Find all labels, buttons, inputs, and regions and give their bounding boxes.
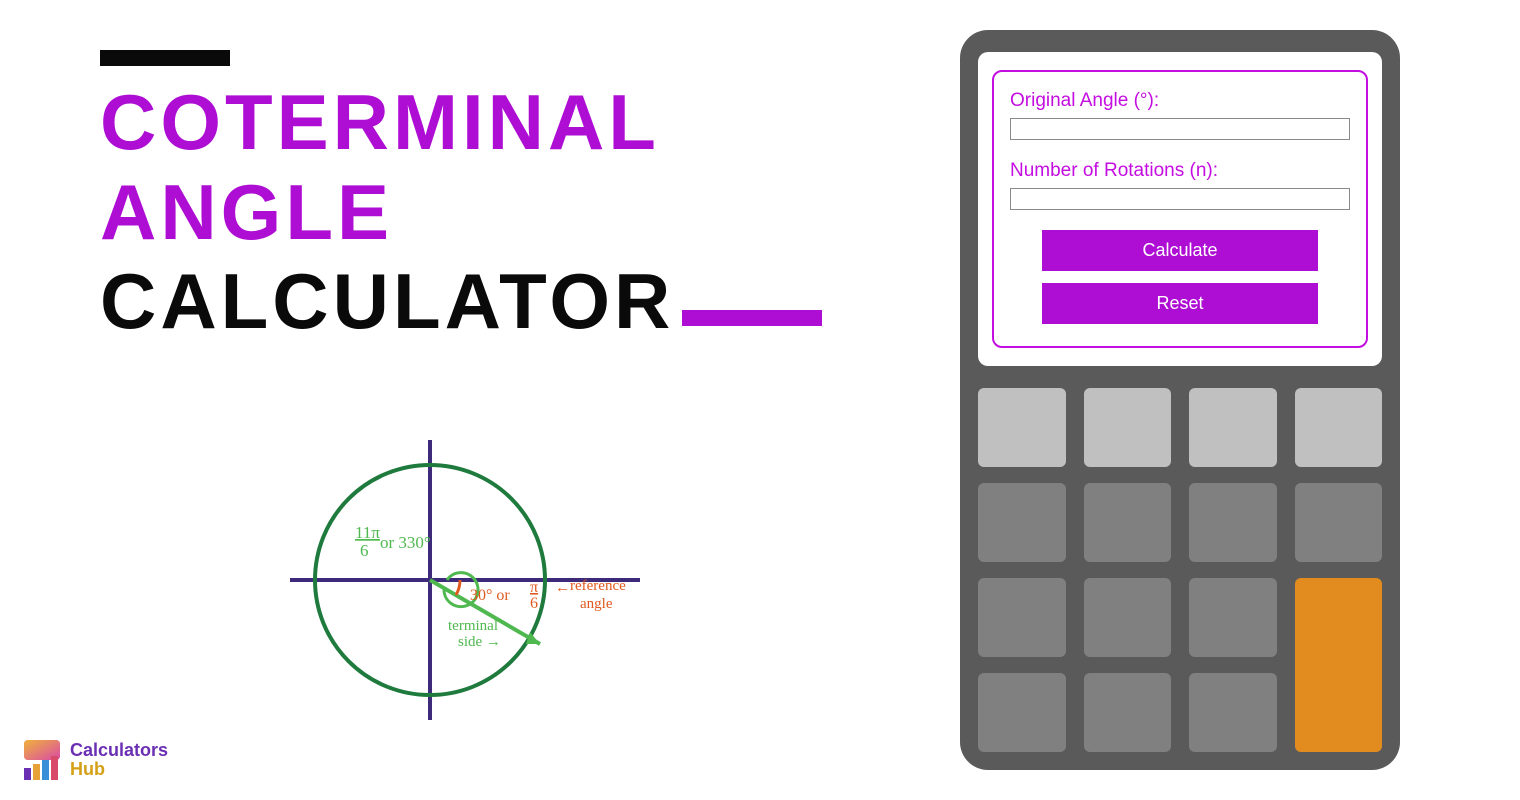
calculator-keypad	[978, 388, 1382, 752]
keypad-key[interactable]	[1189, 578, 1277, 657]
keypad-key[interactable]	[1084, 673, 1172, 752]
ref-arrow: ←	[555, 580, 570, 596]
title-line-3: CALCULATOR	[100, 257, 674, 347]
keypad-key[interactable]	[1189, 483, 1277, 562]
page-title: COTERMINAL ANGLE CALCULATOR	[100, 78, 880, 347]
rotations-input[interactable]	[1010, 188, 1350, 210]
terminal-label-1: terminal	[448, 618, 498, 634]
decorative-bar-bottom	[682, 310, 822, 326]
angle-label-330: 11π 6 or 330°	[355, 523, 431, 560]
original-angle-label: Original Angle (°):	[1010, 90, 1350, 112]
terminal-label-2: side →	[458, 634, 501, 650]
keypad-key[interactable]	[978, 483, 1066, 562]
keypad-key[interactable]	[1189, 388, 1277, 467]
keypad-key[interactable]	[978, 388, 1066, 467]
logo-word-1: Calculators	[70, 741, 168, 760]
title-section: COTERMINAL ANGLE CALCULATOR	[100, 50, 880, 347]
rotations-label: Number of Rotations (n):	[1010, 160, 1350, 182]
original-angle-group: Original Angle (°):	[1010, 90, 1350, 140]
keypad-key[interactable]	[978, 673, 1066, 752]
reset-button[interactable]: Reset	[1042, 283, 1318, 324]
keypad-key[interactable]	[1189, 673, 1277, 752]
keypad-key[interactable]	[1295, 483, 1383, 562]
ref-angle-arc	[456, 580, 460, 595]
logo-text: Calculators Hub	[70, 741, 168, 779]
logo-icon	[20, 738, 64, 782]
ref-pi-bot: 6	[530, 595, 538, 612]
rotations-group: Number of Rotations (n):	[1010, 160, 1350, 210]
title-line-2: ANGLE	[100, 168, 880, 258]
keypad-key[interactable]	[1295, 388, 1383, 467]
original-angle-input[interactable]	[1010, 118, 1350, 140]
calculator-screen: Original Angle (°): Number of Rotations …	[978, 52, 1382, 366]
keypad-key[interactable]	[1084, 483, 1172, 562]
form-panel: Original Angle (°): Number of Rotations …	[992, 70, 1368, 348]
ref-pi-top: π	[530, 579, 538, 596]
unit-circle-diagram: 11π 6 or 330° 30° or π 6 ← reference ang…	[280, 430, 700, 750]
button-row: Calculate Reset	[1010, 230, 1350, 324]
logo-word-2: Hub	[70, 760, 168, 779]
title-line-1: COTERMINAL	[100, 78, 880, 168]
keypad-key[interactable]	[1084, 578, 1172, 657]
brand-logo: Calculators Hub	[20, 738, 168, 782]
calculator-device: Original Angle (°): Number of Rotations …	[960, 30, 1400, 770]
ref-angle-label: 30° or	[470, 587, 510, 604]
ref-note-2: angle	[580, 596, 613, 612]
decorative-bar-top	[100, 50, 230, 66]
keypad-key[interactable]	[1084, 388, 1172, 467]
keypad-equals-key[interactable]	[1295, 578, 1383, 752]
calculate-button[interactable]: Calculate	[1042, 230, 1318, 271]
keypad-key[interactable]	[978, 578, 1066, 657]
ref-note-1: reference	[570, 578, 626, 594]
